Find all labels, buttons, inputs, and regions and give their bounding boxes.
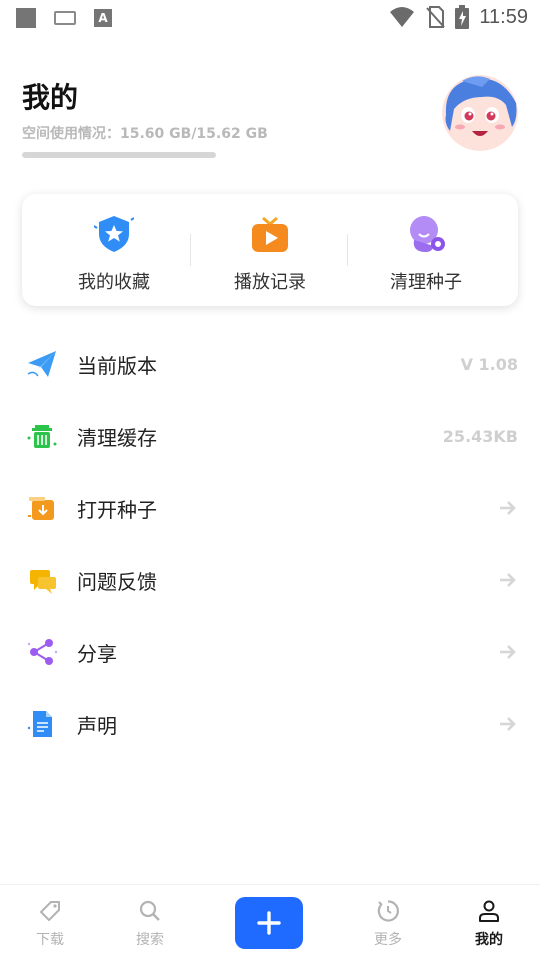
tag-icon (40, 901, 60, 921)
menu-item-version[interactable]: 当前版本 V 1.08 (0, 328, 540, 400)
menu-item-label: 问题反馈 (77, 570, 157, 594)
arrow-right-icon (500, 573, 516, 587)
settings-menu-list: 当前版本 V 1.08 清理缓存 25.43KB 打开种子 问题反馈 分享 声明 (0, 328, 540, 760)
add-button[interactable] (235, 897, 303, 949)
storage-progress-bar (22, 152, 216, 158)
quick-action-label: 清理种子 (390, 272, 462, 293)
arrow-right-icon (500, 717, 516, 731)
menu-item-open-seed[interactable]: 打开种子 (0, 472, 540, 544)
menu-item-label: 声明 (77, 714, 117, 738)
quick-actions-card: 我的收藏 播放记录 清理种子 (22, 194, 518, 306)
shield-star-icon (94, 216, 134, 252)
status-notifications: A (16, 8, 112, 28)
menu-item-label: 清理缓存 (77, 426, 157, 450)
wifi-icon (390, 7, 415, 27)
nav-label: 我的 (475, 932, 503, 948)
arrow-right-icon (500, 645, 516, 659)
status-system: 11:59 (389, 5, 528, 29)
chat-bubble-icon (30, 570, 56, 594)
nav-item-search[interactable]: 搜索 (110, 885, 190, 960)
menu-item-clear-cache[interactable]: 清理缓存 25.43KB (0, 400, 540, 472)
open-box-icon (28, 497, 54, 520)
arrow-right-icon (500, 501, 516, 515)
nav-item-profile[interactable]: 我的 (449, 885, 529, 960)
seed-clean-icon (410, 216, 445, 252)
user-icon (479, 900, 499, 922)
storage-usage-text: 空间使用情况：15.60 GB/15.62 GB (22, 126, 268, 142)
divider (190, 234, 191, 266)
quick-action-label: 我的收藏 (78, 272, 150, 293)
menu-item-share[interactable]: 分享 (0, 616, 540, 688)
nav-item-download[interactable]: 下载 (10, 885, 90, 960)
quick-action-clean-seeds[interactable]: 清理种子 (348, 194, 504, 306)
share-icon (27, 639, 58, 665)
search-icon (139, 900, 160, 921)
nav-label: 更多 (374, 932, 402, 948)
status-bar: A 11:59 (0, 0, 540, 36)
nav-label: 下载 (36, 932, 64, 948)
quick-action-history[interactable]: 播放记录 (192, 194, 348, 306)
paper-plane-icon (27, 351, 56, 377)
nav-item-more[interactable]: 更多 (348, 885, 428, 960)
notification-square-icon (16, 8, 36, 28)
bottom-navigation: 下载 搜索 更多 我的 (0, 884, 540, 960)
cache-size-value: 25.43KB (442, 427, 518, 446)
menu-item-feedback[interactable]: 问题反馈 (0, 544, 540, 616)
storage-progress-fill (22, 152, 216, 158)
font-a-icon: A (94, 9, 112, 27)
trash-icon (27, 425, 57, 448)
page-title: 我的 (22, 81, 79, 114)
quick-action-favorites[interactable]: 我的收藏 (36, 194, 192, 306)
menu-item-statement[interactable]: 声明 (0, 688, 540, 760)
quick-action-label: 播放记录 (234, 272, 306, 293)
no-sim-icon (426, 6, 446, 28)
status-time: 11:59 (479, 5, 528, 28)
clock-icon (377, 900, 399, 922)
battery-charging-icon (455, 5, 470, 29)
version-value: V 1.08 (460, 355, 518, 374)
document-icon (27, 711, 52, 737)
avatar[interactable] (442, 75, 518, 151)
tv-play-icon (252, 216, 288, 252)
keyboard-icon (54, 11, 76, 25)
menu-item-label: 分享 (77, 642, 117, 666)
menu-item-label: 当前版本 (77, 354, 157, 378)
nav-label: 搜索 (136, 932, 164, 948)
menu-item-label: 打开种子 (77, 498, 157, 522)
plus-icon (257, 911, 281, 935)
